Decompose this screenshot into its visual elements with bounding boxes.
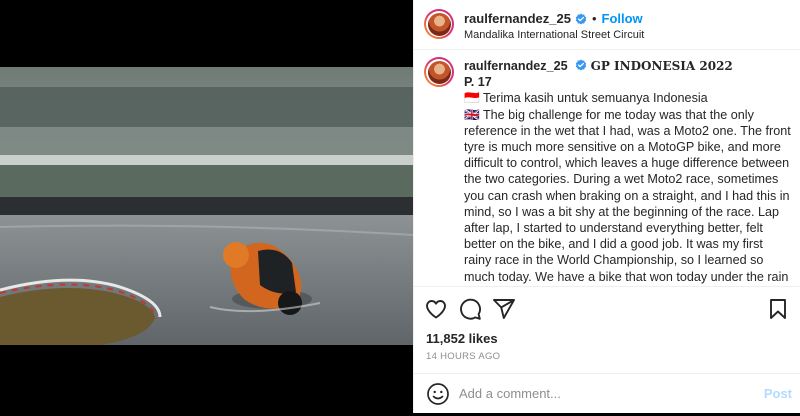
caption-position: P. 17 (464, 75, 492, 90)
instagram-post: raulfernandez_25 • Follow Mandalika Inte… (0, 0, 800, 413)
author-avatar[interactable] (424, 9, 454, 39)
post-location[interactable]: Mandalika International Street Circuit (464, 29, 644, 41)
motogp-rain-photo (0, 67, 413, 345)
post-photo[interactable] (0, 67, 413, 345)
caption-body: 🇬🇧 The big challenge for me today was th… (464, 107, 791, 284)
caption-title: GP INDONESIA 2022 (590, 59, 733, 73)
verified-badge-icon (575, 13, 587, 24)
caption-avatar[interactable] (424, 57, 454, 87)
post-panel: raulfernandez_25 • Follow Mandalika Inte… (413, 0, 800, 413)
caption-indonesian-line: 🇮🇩 Terima kasih untuk semuanya Indonesia (464, 91, 708, 106)
comment-input[interactable] (459, 386, 749, 401)
comment-bar: Post (414, 373, 800, 415)
verified-badge-icon (575, 59, 587, 71)
paper-plane-icon[interactable] (492, 297, 516, 321)
caption-section: raulfernandez_25 GP INDONESIA 2022 P. 17… (414, 50, 800, 285)
separator-dot: • (591, 11, 597, 26)
comment-bubble-icon[interactable] (458, 297, 482, 321)
caption-username[interactable]: raulfernandez_25 (464, 59, 568, 73)
likes-count[interactable]: 11,852 likes (426, 331, 498, 346)
caption-text: raulfernandez_25 GP INDONESIA 2022 P. 17… (464, 58, 792, 285)
post-actions: 11,852 likes 14 HOURS AGO Post (414, 286, 800, 416)
post-timestamp[interactable]: 14 HOURS AGO (426, 351, 500, 362)
heart-icon[interactable] (424, 297, 448, 321)
post-comment-button[interactable]: Post (764, 386, 792, 401)
post-header: raulfernandez_25 • Follow Mandalika Inte… (414, 0, 800, 50)
smiley-icon[interactable] (426, 382, 450, 406)
author-username[interactable]: raulfernandez_25 (464, 11, 571, 26)
bookmark-icon[interactable] (766, 297, 790, 321)
follow-button[interactable]: Follow (602, 11, 643, 26)
post-media (0, 0, 413, 413)
